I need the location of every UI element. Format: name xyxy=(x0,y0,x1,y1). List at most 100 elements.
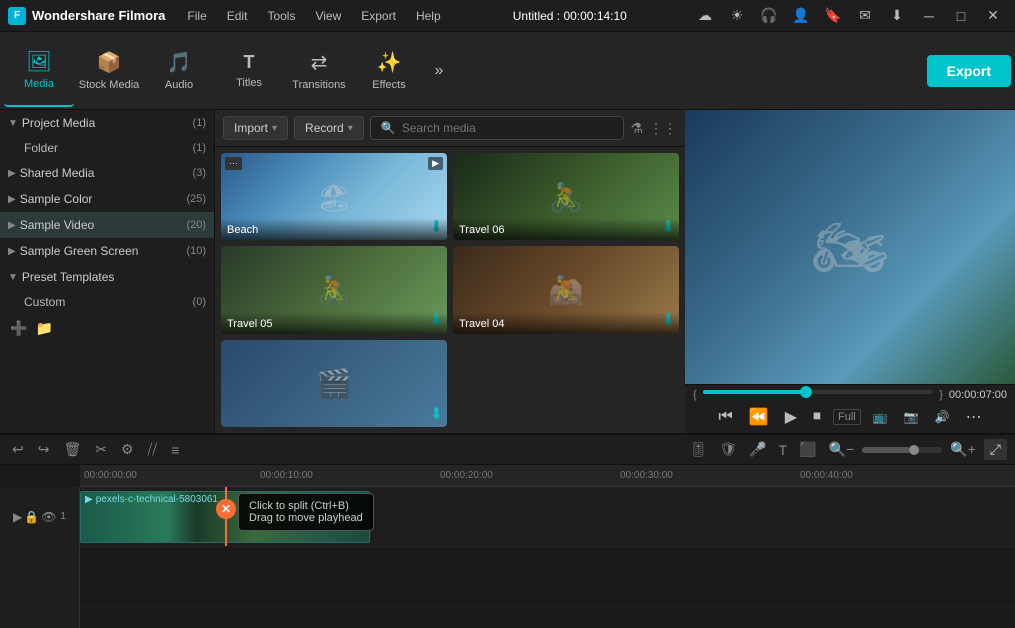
sidebar-header-shared-media[interactable]: ▶ Shared Media (3) xyxy=(0,160,214,186)
sidebar-section-sample-video-label: Sample Video xyxy=(20,218,183,232)
track-lock-icon[interactable]: 🔒 xyxy=(24,510,39,524)
fullscreen-timeline-button[interactable]: ⤢ xyxy=(984,439,1007,460)
new-folder-button[interactable]: 📁 xyxy=(35,320,52,337)
tool-effects[interactable]: ✨ Effects xyxy=(354,35,424,107)
chevron-sample-video: ▶ xyxy=(8,220,16,231)
export-button[interactable]: Export xyxy=(927,55,1011,87)
volume-button[interactable]: 🔊 xyxy=(931,408,954,426)
tool-media[interactable]: 🖼 Media xyxy=(4,35,74,107)
menu-help[interactable]: Help xyxy=(408,7,449,25)
mic-button[interactable]: 🎤 xyxy=(745,439,770,460)
zoom-slider[interactable] xyxy=(862,447,942,453)
timeline-ruler: 00:00:00:00 00:00:10:00 00:00:20:00 00:0… xyxy=(80,465,1015,487)
close-button[interactable]: ✕ xyxy=(979,2,1007,30)
sidebar-header-sample-green[interactable]: ▶ Sample Green Screen (10) xyxy=(0,238,214,264)
menu-edit[interactable]: Edit xyxy=(219,7,256,25)
menu-export[interactable]: Export xyxy=(353,7,404,25)
track-visibility-icon[interactable]: 👁 xyxy=(41,510,56,524)
media-item-partial[interactable]: 🎬 ⬇ xyxy=(221,340,447,427)
cloud-icon[interactable]: ☁ xyxy=(691,2,719,30)
sidebar-section-sample-video: ▶ Sample Video (20) xyxy=(0,212,214,238)
redo-button[interactable]: ↪ xyxy=(34,439,54,460)
preview-content: 🏍 xyxy=(812,212,888,283)
sidebar-header-project-media[interactable]: ▼ Project Media (1) xyxy=(0,110,214,136)
empty-track-row xyxy=(80,547,1015,607)
track-label-video: ▶ 🔒 👁 1 xyxy=(0,487,79,547)
maximize-button[interactable]: □ xyxy=(947,2,975,30)
search-media-box: 🔍 xyxy=(370,116,625,140)
chevron-preset-templates: ▼ xyxy=(8,272,18,283)
main-content: ▼ Project Media (1) Folder (1) ▶ Shared … xyxy=(0,110,1015,433)
tooltip-line2: Drag to move playhead xyxy=(249,512,363,524)
tool-stock-media[interactable]: 📦 Stock Media xyxy=(74,35,144,107)
search-media-input[interactable] xyxy=(402,121,614,135)
mask-button[interactable]: 🛡 xyxy=(715,439,741,460)
menu-tools[interactable]: Tools xyxy=(259,7,303,25)
settings-button[interactable]: ⚙ xyxy=(117,439,138,460)
chevron-project-media: ▼ xyxy=(8,118,18,129)
render-preview-button[interactable]: 📺 xyxy=(869,408,892,426)
add-folder-button[interactable]: ➕ xyxy=(10,320,27,337)
progress-fill xyxy=(703,390,807,394)
download-icon[interactable]: ⬇ xyxy=(883,2,911,30)
sidebar-header-preset-templates[interactable]: ▼ Preset Templates xyxy=(0,264,214,290)
beach-label: Beach xyxy=(227,224,258,236)
text-button[interactable]: T xyxy=(775,440,792,460)
audio-waveform-button[interactable]: 🎚 xyxy=(686,439,712,460)
record-button[interactable]: Record ▾ xyxy=(294,116,364,140)
sidebar-item-folder[interactable]: Folder (1) xyxy=(0,136,214,160)
media-item-travel05[interactable]: 🚴 ⬇ Travel 05 xyxy=(221,246,447,333)
zoom-in-button[interactable]: 🔍+ xyxy=(946,439,980,460)
track-area: ▶ pexels-c-technical-5803061 xyxy=(80,487,1015,628)
pip-button[interactable]: ⬛ xyxy=(795,439,820,460)
playhead-tooltip: Click to split (Ctrl+B) Drag to move pla… xyxy=(238,493,374,531)
menu-file[interactable]: File xyxy=(179,7,214,25)
split-button[interactable]: ⧸⧸ xyxy=(144,439,162,460)
step-back-button[interactable]: ⏮ xyxy=(714,406,736,428)
minimize-button[interactable]: ─ xyxy=(915,2,943,30)
mail-icon[interactable]: ✉ xyxy=(851,2,879,30)
toolbar-expand-button[interactable]: » xyxy=(424,56,454,86)
ruler-mark-1: 00:00:10:00 xyxy=(260,470,313,481)
menu-view[interactable]: View xyxy=(307,7,349,25)
more-tl-button[interactable]: ≡ xyxy=(167,440,183,460)
full-quality-button[interactable]: Full xyxy=(833,409,861,425)
sidebar-section-sample-green-count: (10) xyxy=(186,245,206,257)
play-button[interactable]: ▶ xyxy=(781,405,801,429)
media-item-beach[interactable]: 🏖 ▶ ⬇ ⋯ Beach xyxy=(221,153,447,240)
sidebar-header-sample-video[interactable]: ▶ Sample Video (20) xyxy=(0,212,214,238)
snapshot-button[interactable]: 📷 xyxy=(900,408,923,426)
tool-titles[interactable]: T Titles xyxy=(214,35,284,107)
sidebar-header-sample-color[interactable]: ▶ Sample Color (25) xyxy=(0,186,214,212)
delete-button[interactable]: 🗑 xyxy=(59,439,85,460)
transitions-icon: ⇄ xyxy=(311,50,328,75)
sun-icon[interactable]: ☀ xyxy=(723,2,751,30)
zoom-out-button[interactable]: 🔍− xyxy=(825,439,859,460)
travel05-label: Travel 05 xyxy=(227,318,272,330)
media-item-travel04[interactable]: 🚵 ⬇ Travel 04 xyxy=(453,246,679,333)
progress-bar[interactable] xyxy=(703,390,934,394)
stock-media-icon: 📦 xyxy=(97,50,122,75)
more-options-button[interactable]: ⋯ xyxy=(962,405,986,429)
cut-button[interactable]: ✂ xyxy=(91,439,111,460)
headphone-icon[interactable]: 🎧 xyxy=(755,2,783,30)
record-label: Record xyxy=(305,121,344,135)
tool-media-label: Media xyxy=(24,78,54,90)
tool-audio[interactable]: 🎵 Audio xyxy=(144,35,214,107)
clip-filename: pexels-c-technical-5803061 xyxy=(96,494,218,505)
tool-transitions[interactable]: ⇄ Transitions xyxy=(284,35,354,107)
tooltip-line1: Click to split (Ctrl+B) xyxy=(249,500,363,512)
user-icon[interactable]: 👤 xyxy=(787,2,815,30)
bookmark-icon[interactable]: 🔖 xyxy=(819,2,847,30)
media-item-travel06[interactable]: 🚴 ⬇ Travel 06 xyxy=(453,153,679,240)
stop-button[interactable]: ⏹ xyxy=(809,406,825,428)
import-button[interactable]: Import ▾ xyxy=(223,116,288,140)
timeline-toolbar: ↩ ↪ 🗑 ✂ ⚙ ⧸⧸ ≡ 🎚 🛡 🎤 T ⬛ 🔍− 🔍+ ⤢ xyxy=(0,435,1015,465)
app-name: Wondershare Filmora xyxy=(32,8,165,23)
filter-icon[interactable]: ⚗ xyxy=(630,120,643,137)
undo-button[interactable]: ↩ xyxy=(8,439,28,460)
tool-audio-label: Audio xyxy=(165,79,193,91)
sidebar-item-custom[interactable]: Custom (0) xyxy=(0,290,214,314)
grid-icon[interactable]: ⋮⋮ xyxy=(649,120,677,137)
frame-back-button[interactable]: ⏪ xyxy=(745,405,773,429)
